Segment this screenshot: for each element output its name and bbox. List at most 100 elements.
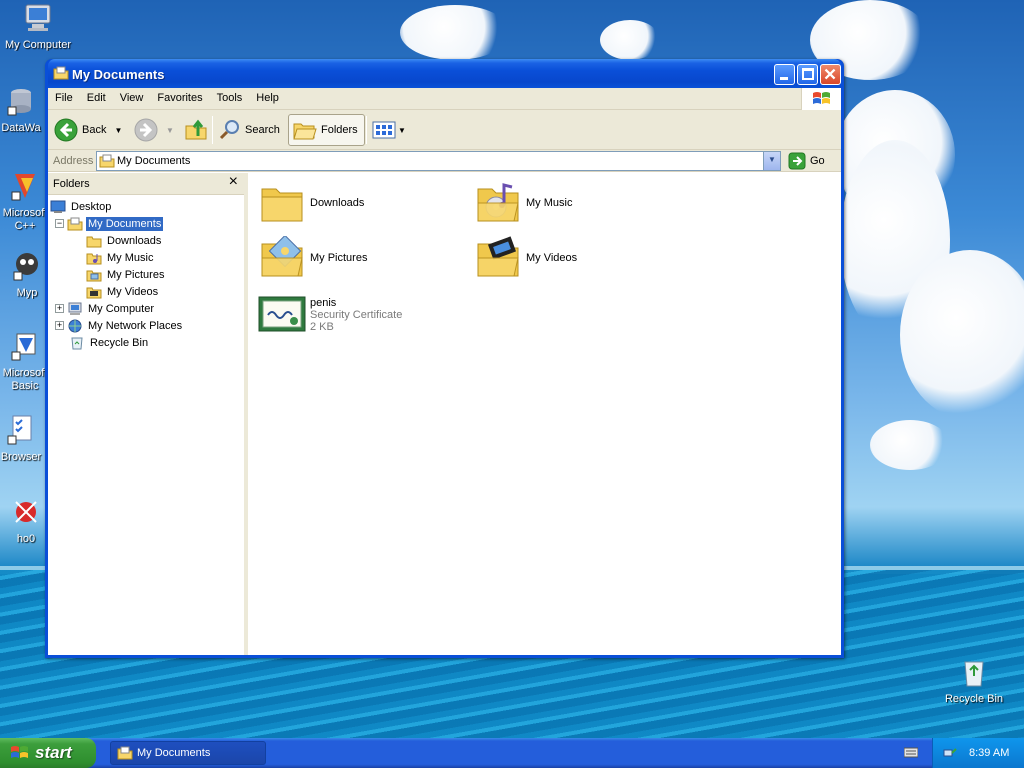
chevron-down-icon: ▼: [768, 155, 776, 164]
menu-file[interactable]: File: [48, 88, 80, 110]
desktop-icon-my-computer[interactable]: My Computer: [0, 2, 76, 51]
file-item-my-music[interactable]: My Music: [474, 181, 572, 225]
menu-favorites[interactable]: Favorites: [150, 88, 209, 110]
back-button[interactable]: Back ▼: [54, 114, 122, 146]
chevron-down-icon: ▼: [398, 125, 406, 135]
views-button[interactable]: ▼: [372, 114, 406, 146]
network-status-icon[interactable]: [943, 746, 957, 760]
menu-edit[interactable]: Edit: [80, 88, 113, 110]
music-folder-icon: [477, 183, 519, 222]
database-icon: [7, 89, 31, 116]
file-item-my-videos[interactable]: My Videos: [474, 236, 577, 280]
network-icon: [68, 319, 82, 332]
pictures-folder-icon: [86, 270, 102, 281]
folder-icon: [117, 746, 133, 760]
music-folder-icon: [86, 253, 102, 264]
tree-item-downloads[interactable]: Downloads: [86, 232, 163, 249]
pictures-folder-icon: [261, 236, 303, 277]
taskbar-item-label: My Documents: [137, 747, 211, 759]
search-label: Search: [245, 124, 280, 136]
file-item-my-pictures[interactable]: My Pictures: [258, 236, 367, 280]
tree-item-recycle-bin[interactable]: Recycle Bin: [69, 334, 150, 351]
computer-icon: [25, 4, 51, 31]
windows-flag-icon: [813, 92, 830, 104]
desktop-icon-recycle-bin[interactable]: Recycle Bin: [936, 656, 1012, 705]
start-label: start: [35, 743, 72, 762]
file-name: penis: [310, 297, 337, 309]
tree-item-label: My Computer: [88, 302, 155, 315]
views-icon: [372, 121, 396, 139]
tree-item-my-computer[interactable]: + My Computer: [55, 300, 156, 317]
close-pane-icon[interactable]: ×: [229, 174, 238, 190]
file-name: Downloads: [310, 197, 365, 209]
tree-item-my-videos[interactable]: My Videos: [86, 283, 160, 300]
file-name: My Pictures: [310, 252, 368, 264]
tree-item-my-network-places[interactable]: + My Network Places: [55, 317, 184, 334]
videos-folder-icon: [477, 236, 519, 277]
back-arrow-icon: [54, 118, 78, 142]
folder-icon: [261, 188, 303, 222]
folders-button[interactable]: Folders: [288, 114, 365, 146]
menu-help[interactable]: Help: [249, 88, 286, 110]
panes: Folders × Desktop − My Documents Downloa…: [48, 173, 841, 655]
file-item-downloads[interactable]: Downloads: [258, 181, 364, 225]
taskbar: start My Documents 8:39 AM: [0, 738, 1024, 768]
keyboard-icon[interactable]: [904, 746, 918, 758]
folders-label: Folders: [321, 124, 358, 136]
tree-item-desktop[interactable]: Desktop: [50, 198, 113, 215]
file-name: My Music: [526, 197, 573, 209]
file-item-certificate[interactable]: penis Security Certificate 2 KB: [258, 293, 402, 337]
expand-icon[interactable]: +: [55, 304, 64, 313]
taskbar-item-my-documents[interactable]: My Documents: [110, 741, 266, 765]
folder-icon: [53, 66, 69, 80]
forward-button[interactable]: ▼: [134, 114, 174, 146]
certificate-icon: [258, 296, 306, 332]
recycle-bin-icon: [964, 661, 984, 687]
maximize-button[interactable]: [797, 64, 818, 85]
up-folder-button[interactable]: [184, 114, 208, 146]
windows-flag-icon: [11, 746, 28, 758]
start-button[interactable]: start: [0, 738, 96, 768]
tree-item-label: Desktop: [71, 200, 112, 213]
windows-logo: [801, 88, 841, 110]
folder-icon: [67, 217, 83, 230]
chevron-down-icon: ▼: [114, 125, 123, 135]
visual-studio-icon: [11, 174, 35, 201]
visual-basic-icon: [11, 333, 36, 361]
go-arrow-icon: [788, 152, 806, 170]
go-button[interactable]: Go: [788, 152, 825, 170]
tree-item-label: My Pictures: [107, 268, 165, 281]
tree-item-my-documents[interactable]: − My Documents: [55, 215, 164, 232]
window-client: File Edit View Favorites Tools Help Back ▼: [48, 88, 841, 655]
clock[interactable]: 8:39 AM: [969, 747, 1009, 759]
system-tray: 8:39 AM: [932, 738, 1024, 768]
search-button[interactable]: Search: [218, 114, 280, 146]
folders-pane-title: Folders: [53, 178, 90, 190]
close-button[interactable]: [820, 64, 841, 85]
address-input[interactable]: My Documents ▼: [96, 151, 781, 171]
minimize-button[interactable]: [774, 64, 795, 85]
tree-item-label: Downloads: [107, 234, 162, 247]
file-list: Downloads My Music My Pictures My Videos…: [252, 173, 841, 655]
expand-icon[interactable]: +: [55, 321, 64, 330]
folder-icon: [86, 236, 102, 247]
tree-item-label: My Music: [107, 251, 154, 264]
videos-folder-icon: [86, 287, 102, 298]
folder-up-icon: [185, 119, 207, 140]
go-label: Go: [810, 155, 825, 167]
maximize-icon: [802, 68, 814, 80]
title-bar[interactable]: My Documents: [48, 59, 841, 88]
menu-tools[interactable]: Tools: [210, 88, 250, 110]
computer-icon: [68, 302, 82, 315]
minimize-icon: [780, 77, 788, 80]
address-label: Address: [53, 155, 94, 167]
desktop-icon: [50, 200, 66, 213]
tree-item-my-pictures[interactable]: My Pictures: [86, 266, 166, 283]
menu-bar: File Edit View Favorites Tools Help: [48, 88, 841, 110]
address-value: My Documents: [117, 155, 191, 167]
folders-pane-header: Folders ×: [48, 173, 244, 195]
menu-view[interactable]: View: [113, 88, 151, 110]
collapse-icon[interactable]: −: [55, 219, 64, 228]
tree-item-my-music[interactable]: My Music: [86, 249, 155, 266]
address-dropdown-button[interactable]: ▼: [763, 152, 780, 170]
